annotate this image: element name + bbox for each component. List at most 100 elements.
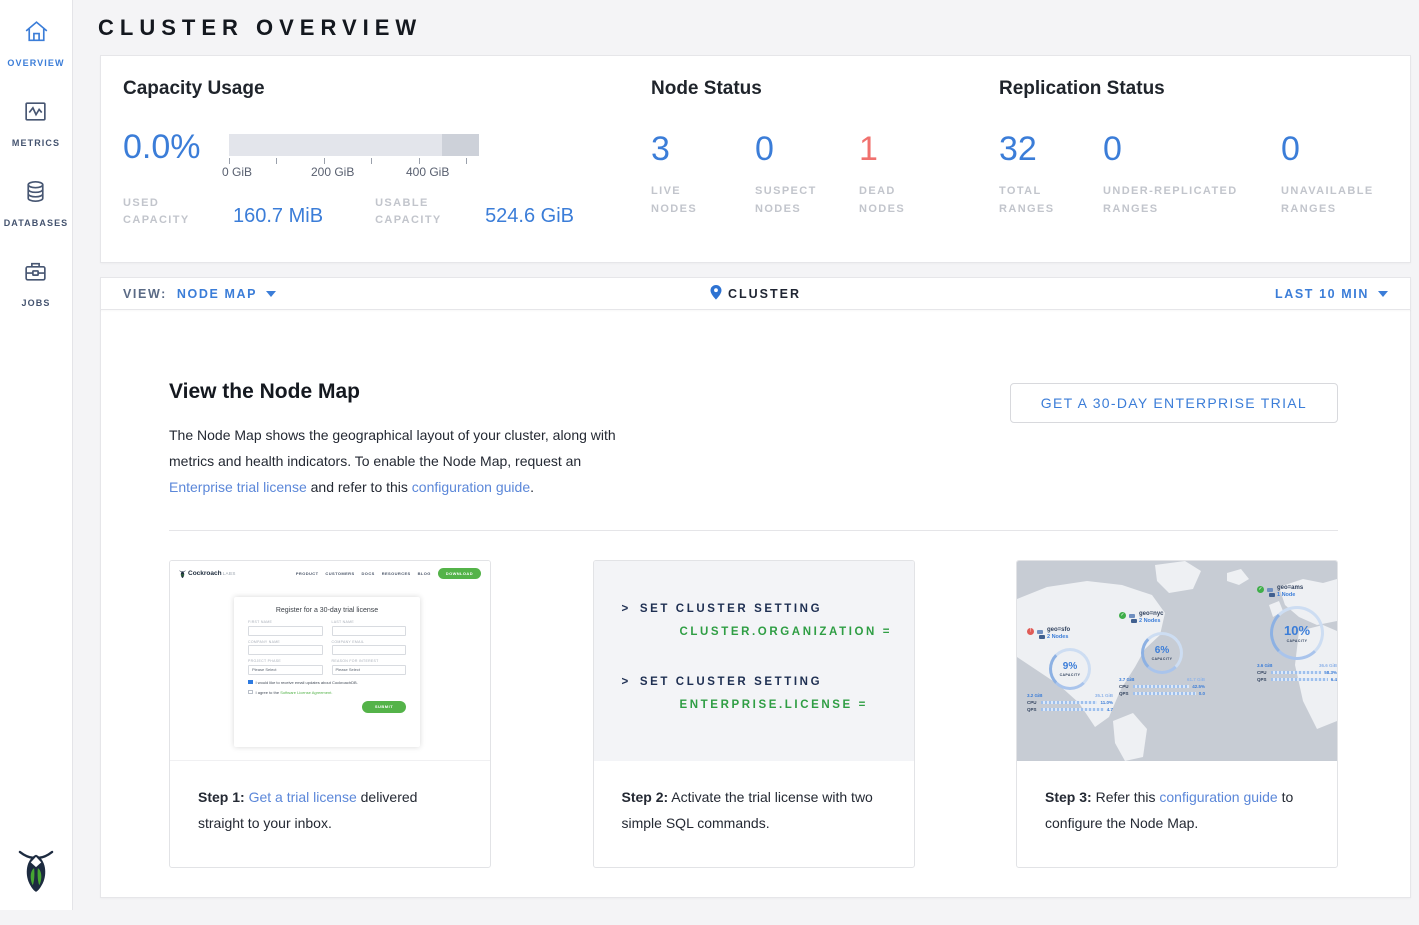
mini-nav-item: RESOURCES [382,571,411,576]
capacity-gauge-ticks [229,156,467,165]
gauge-tick-label: 200 GiB [311,165,354,179]
unavailable-ranges-stat: 0 UNAVAILABLE RANGES [1281,130,1385,218]
map-node-ams: ✓ geo=ams 1 Node 10% CAPACITY [1257,585,1337,682]
region-node-count: 2 Nodes [1139,618,1164,624]
breadcrumb-cluster-label: CLUSTER [728,287,801,301]
replication-status-title: Replication Status [999,78,1385,100]
sidebar-item-overview[interactable]: OVERVIEW [7,18,64,68]
sidebar-item-label: OVERVIEW [7,58,64,68]
view-value: NODE MAP [177,287,257,301]
used-capacity-value: 160.7 MiB [233,205,323,229]
region-used: 3.2 GiB [1027,693,1043,698]
capacity-label: CAPACITY [1287,639,1308,643]
capacity-percent: 0.0% [123,128,229,179]
mini-field-label: PROJECT PHASE [248,659,323,663]
chevron-down-icon [266,291,276,297]
mini-checkbox-label: I would like to receive email updates ab… [256,680,358,685]
under-replicated-stat: 0 UNDER-REPLICATED RANGES [1103,130,1281,218]
region-name: geo=sfo [1047,627,1070,633]
total-ranges-label: TOTAL RANGES [999,182,1069,218]
caption-text: Refer this [1092,789,1160,805]
capacity-usage-section: Capacity Usage 0.0% 0 GiB 200 GiB 400 Gi… [123,78,651,240]
mini-input [332,626,407,636]
enterprise-trial-license-link[interactable]: Enterprise trial license [169,479,307,495]
section-divider [169,530,1338,531]
under-replicated-value: 0 [1103,130,1281,168]
region-name: geo=ams [1277,585,1303,591]
time-range-value: LAST 10 MIN [1275,287,1369,301]
database-icon [22,178,49,210]
capacity-gauge: 0 GiB 200 GiB 400 GiB [229,134,479,179]
usable-capacity-value: 524.6 GiB [485,205,574,229]
trial-license-site-screenshot: Cockroach LABS PRODUCT CUSTOMERS DOCS RE… [170,561,490,761]
qps-bar [1041,708,1104,711]
healthy-badge-icon: ✓ [1257,586,1264,593]
mini-select: Please Select [332,665,407,675]
suspect-nodes-stat: 0 SUSPECT NODES [755,130,859,218]
sidebar: OVERVIEW METRICS DATABASES JOBS [0,0,73,910]
usable-capacity-label: USABLE CAPACITY [375,195,473,229]
mini-field-label: FIRST NAME [248,620,323,624]
dead-nodes-value: 1 [859,130,963,168]
step-1-prefix: Step 1: [198,789,245,805]
region-capacity-pct: 6% [1155,645,1169,656]
page-title: CLUSTER OVERVIEW [98,15,1411,41]
brand-name: Cockroach [188,570,222,577]
node-status-section: Node Status 3 LIVE NODES 0 SUSPECT NODES… [651,78,999,240]
node-map-panel: View the Node Map The Node Map shows the… [100,310,1411,898]
mini-select: Please Select [248,665,323,675]
mini-checkbox [248,690,253,695]
qps-bar [1133,692,1196,695]
cpu-bar [1041,701,1097,704]
live-nodes-stat: 3 LIVE NODES [651,130,755,218]
qps-bar [1271,678,1328,681]
step-2-prefix: Step 2: [622,789,669,805]
step-3-prefix: Step 3: [1045,789,1092,805]
suspect-nodes-value: 0 [755,130,859,168]
region-used: 3.6 GiB [1257,663,1273,668]
description-text: . [530,479,534,495]
map-node-sfo: ! geo=sfo 2 Nodes 9% CAPACITY [1027,627,1113,712]
brand-suffix: LABS [223,571,236,576]
view-selector[interactable]: VIEW: NODE MAP [123,287,276,301]
configuration-guide-link[interactable]: configuration guide [1159,789,1277,805]
cpu-label: CPU [1257,670,1268,675]
cockroach-labs-logo[interactable] [17,847,55,898]
qps-value: 6.4 [1331,677,1337,682]
warning-badge-icon: ! [1027,628,1034,635]
mini-field-label: COMPANY NAME [248,640,323,644]
sql-command: SET CLUSTER SETTING [640,603,822,615]
dead-nodes-label: DEAD NODES [859,182,929,218]
configuration-guide-link[interactable]: configuration guide [412,479,530,495]
nodes-cube-icon [1267,585,1275,603]
cpu-label: CPU [1027,700,1038,705]
sidebar-item-metrics[interactable]: METRICS [12,98,60,148]
sidebar-item-label: JOBS [22,298,51,308]
region-used: 3.7 GiB [1119,677,1135,682]
mini-download-button: DOWNLOAD [438,568,481,579]
qps-label: QPS [1027,707,1038,712]
sidebar-item-label: METRICS [12,138,60,148]
sidebar-item-jobs[interactable]: JOBS [22,258,51,308]
sql-commands-illustration: >SET CLUSTER SETTING CLUSTER.ORGANIZATIO… [594,561,914,761]
cluster-summary-card: Capacity Usage 0.0% 0 GiB 200 GiB 400 Gi… [100,55,1411,263]
cockroach-labs-mini-logo: Cockroach LABS [179,569,236,579]
nodes-cube-icon [1037,627,1045,645]
step-1-card: Cockroach LABS PRODUCT CUSTOMERS DOCS RE… [169,560,491,868]
qps-label: QPS [1257,677,1268,682]
capacity-ring-gauge: 9% CAPACITY [1049,648,1091,690]
region-total: 36.6 GiB [1319,663,1337,668]
cpu-bar [1271,671,1321,674]
enterprise-trial-button[interactable]: GET A 30-DAY ENTERPRISE TRIAL [1010,383,1338,423]
step-2-card: >SET CLUSTER SETTING CLUSTER.ORGANIZATIO… [593,560,915,868]
node-map-title: View the Node Map [169,380,627,404]
used-capacity-label: USED CAPACITY [123,195,221,229]
step-1-caption: Step 1: Get a trial license delivered st… [170,761,490,836]
replication-status-section: Replication Status 32 TOTAL RANGES 0 UND… [999,78,1385,240]
nodes-cube-icon [1129,611,1137,629]
time-range-selector[interactable]: LAST 10 MIN [1275,287,1388,301]
get-trial-license-link[interactable]: Get a trial license [249,789,357,805]
sidebar-item-databases[interactable]: DATABASES [4,178,69,228]
mini-input [248,626,323,636]
description-text: The Node Map shows the geographical layo… [169,427,616,469]
